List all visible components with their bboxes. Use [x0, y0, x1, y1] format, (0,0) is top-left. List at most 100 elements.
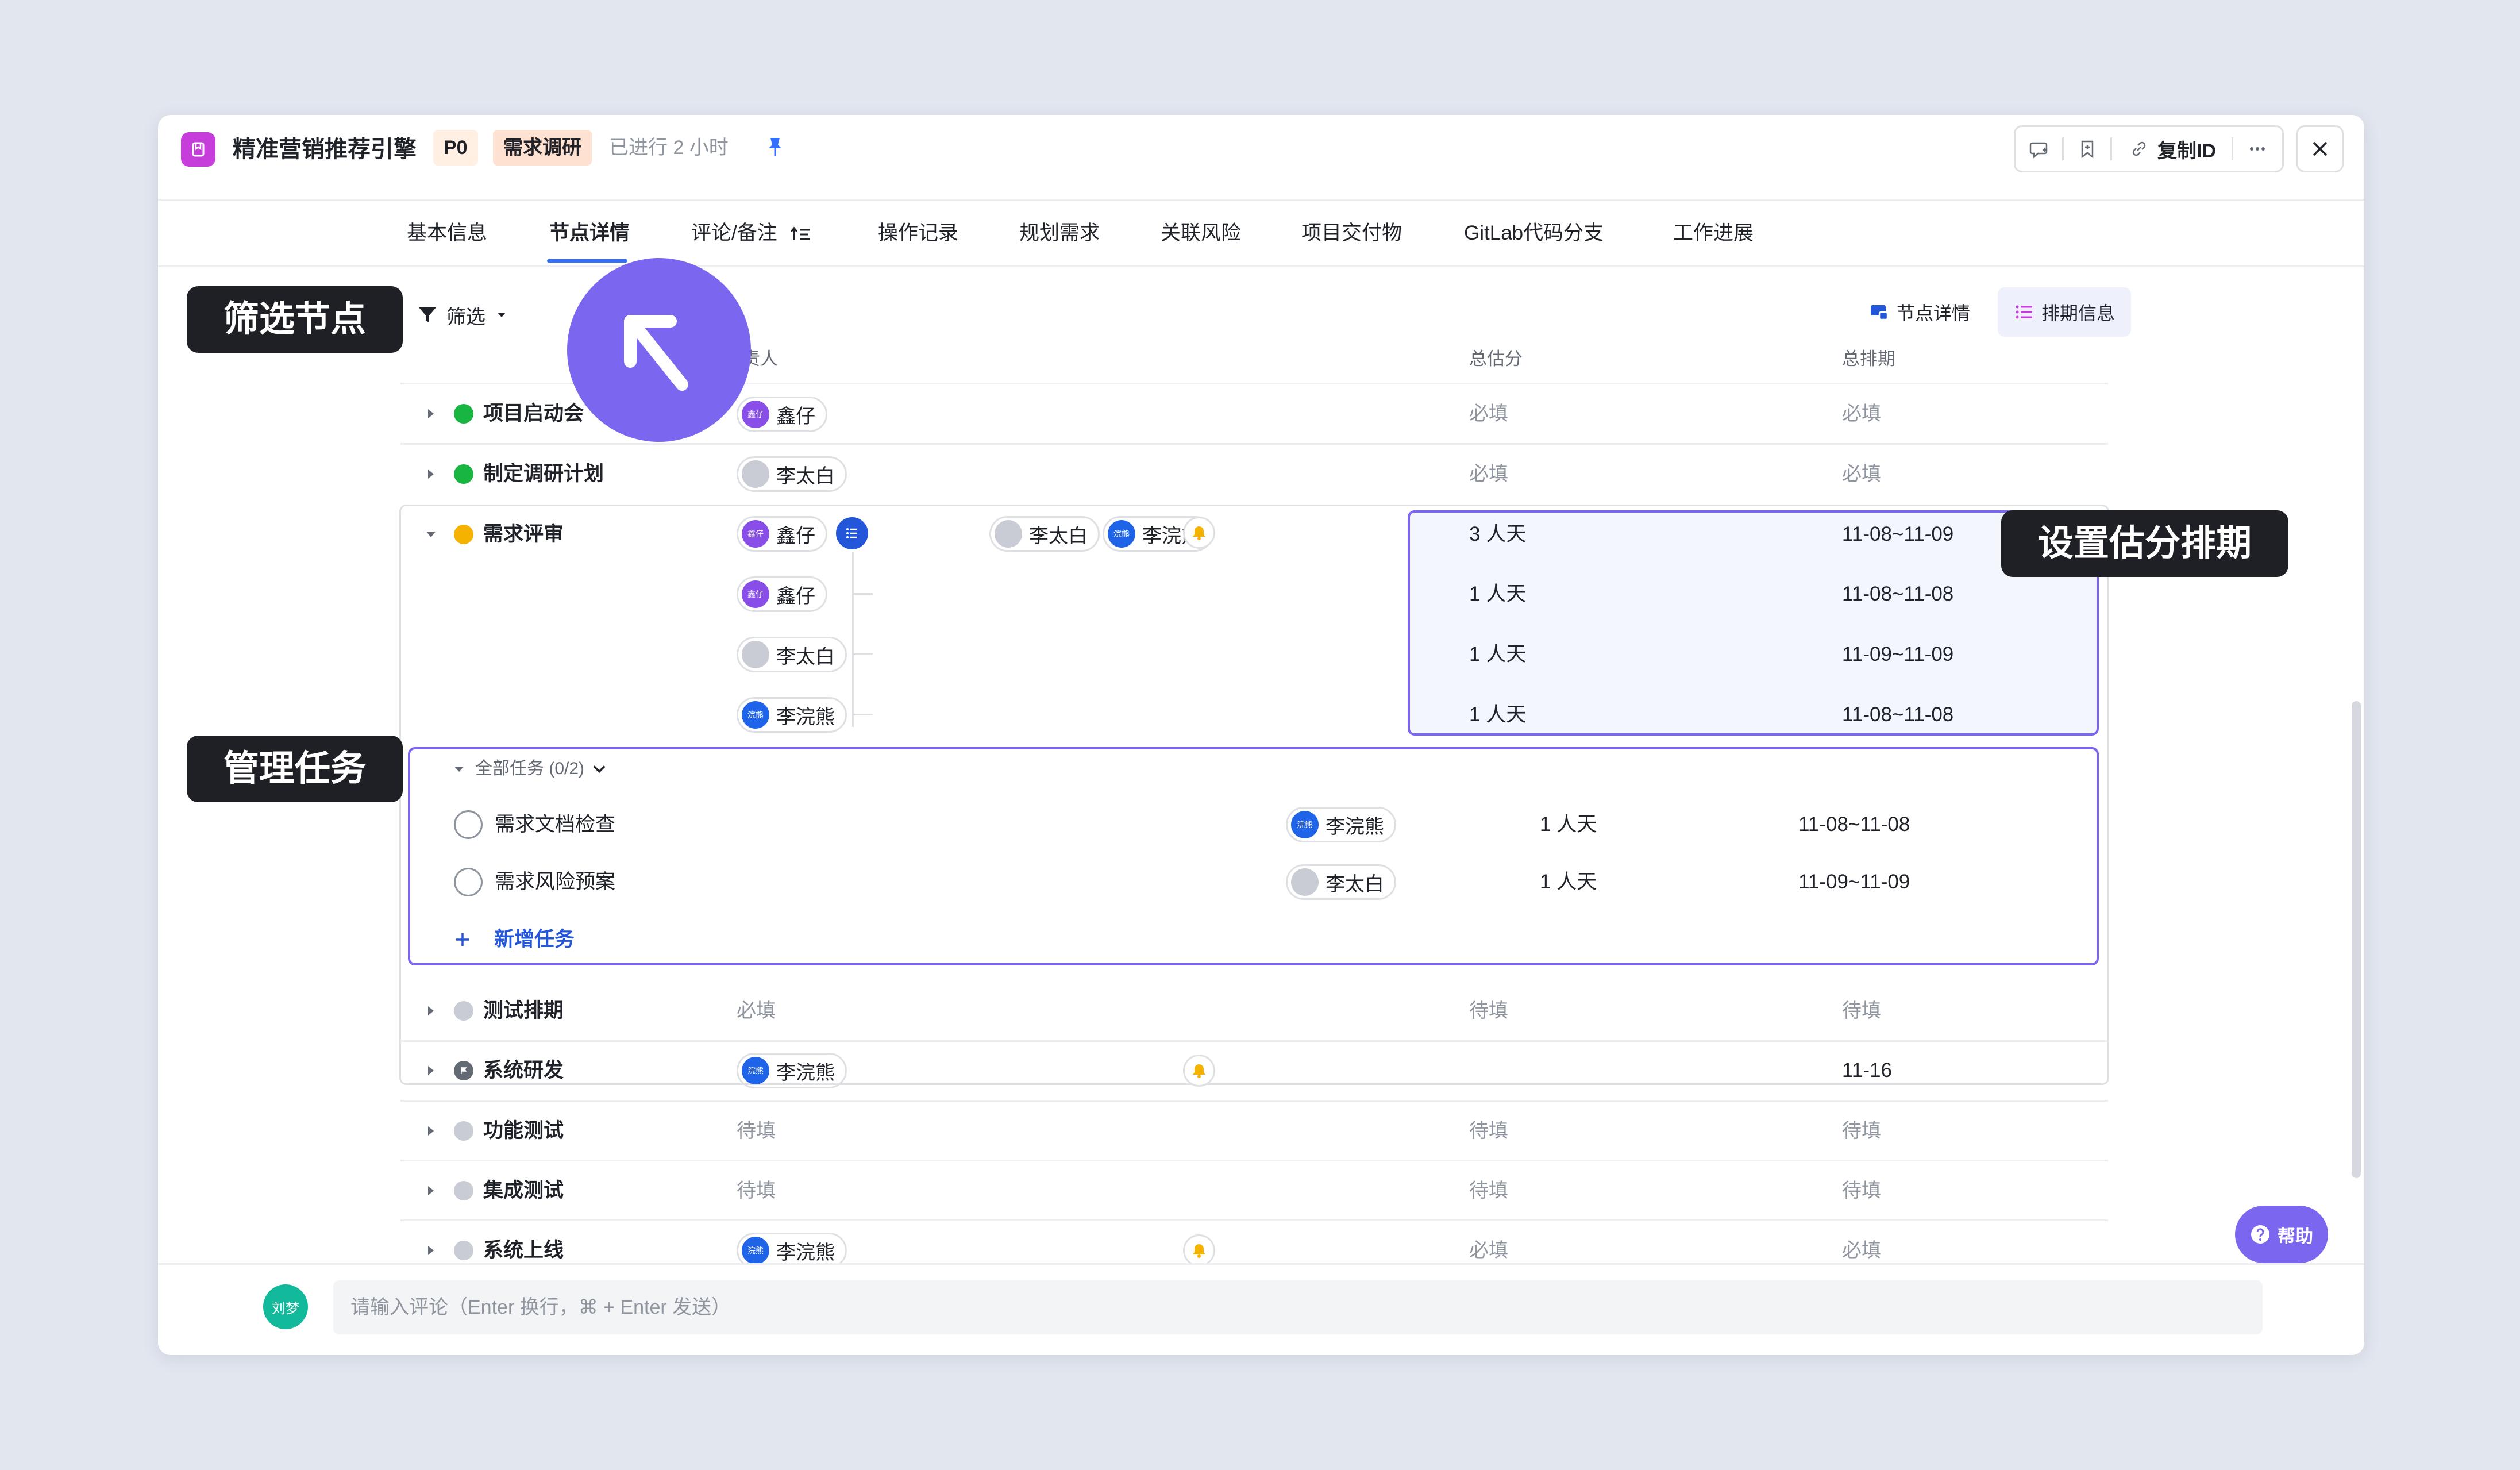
task-schedule[interactable]: 11-09~11-09	[1798, 868, 1910, 896]
sub-assignee-chip[interactable]: 李太白	[737, 637, 847, 672]
assignee-chip[interactable]: 浣熊 李浣熊	[737, 1053, 847, 1088]
expand-caret-icon[interactable]	[422, 465, 440, 483]
collapse-caret-icon[interactable]	[422, 526, 440, 543]
avatar: 鑫仔	[742, 520, 769, 548]
avatar	[742, 460, 769, 488]
reminder-bell-button[interactable]	[1183, 1055, 1215, 1087]
schedule-info-toggle[interactable]: 排期信息	[1998, 287, 2132, 337]
avatar: 浣熊	[1291, 811, 1319, 838]
expand-caret-icon[interactable]	[422, 1002, 440, 1019]
schedule-cell[interactable]: 11-08~11-09	[1842, 520, 1953, 549]
more-button[interactable]	[2233, 125, 2282, 172]
task-name[interactable]: 需求风险预案	[495, 868, 615, 896]
estimate-cell[interactable]: 待填	[1469, 1117, 1508, 1145]
schedule-cell[interactable]: 待填	[1842, 1176, 1881, 1205]
owner-cell[interactable]: 待填	[737, 1176, 776, 1205]
task-estimate[interactable]: 1 人天	[1540, 810, 1597, 839]
estimate-cell[interactable]: 3 人天	[1469, 520, 1526, 549]
task-estimate[interactable]: 1 人天	[1540, 868, 1597, 896]
expand-caret-icon[interactable]	[422, 1122, 440, 1140]
node-detail-toggle[interactable]: 节点详情	[1853, 287, 1986, 337]
node-name[interactable]: 需求评审	[483, 520, 564, 549]
avatar: 浣熊	[1108, 520, 1135, 548]
sub-estimate-cell[interactable]: 1 人天	[1469, 580, 1526, 609]
filter-button[interactable]: 筛选	[417, 298, 508, 332]
tab-node-details[interactable]: 节点详情	[549, 201, 630, 265]
schedule-cell[interactable]: 必填	[1842, 399, 1881, 428]
more-icon	[2250, 147, 2265, 151]
expand-caret-icon[interactable]	[422, 1182, 440, 1199]
add-follow-button[interactable]	[2016, 125, 2062, 172]
sub-schedule-cell[interactable]: 11-09~11-09	[1842, 640, 1953, 669]
comment-input[interactable]	[333, 1280, 2263, 1334]
expand-caret-icon[interactable]	[422, 1062, 440, 1079]
schedule-cell[interactable]: 11-16	[1842, 1056, 1892, 1085]
estimate-cell[interactable]: 待填	[1469, 1176, 1508, 1205]
node-name[interactable]: 集成测试	[483, 1176, 564, 1205]
pin-icon[interactable]	[762, 134, 788, 160]
subtask-list-button[interactable]	[836, 517, 868, 549]
task-checkbox[interactable]	[454, 868, 483, 896]
tab-deliverables[interactable]: 项目交付物	[1301, 201, 1402, 265]
schedule-cell[interactable]: 必填	[1842, 460, 1881, 488]
sub-estimate-cell[interactable]: 1 人天	[1469, 701, 1526, 729]
tab-related-risks[interactable]: 关联风险	[1161, 201, 1241, 265]
bell-icon	[1193, 1064, 1205, 1078]
add-task-button[interactable]: 新增任务	[454, 925, 575, 954]
bookmark-app-icon	[181, 132, 215, 167]
col-total-estimate: 总估分	[1469, 349, 1523, 369]
vertical-scrollbar[interactable]	[2352, 701, 2361, 1178]
estimate-cell[interactable]: 必填	[1469, 1236, 1508, 1265]
estimate-cell[interactable]: 必填	[1469, 399, 1508, 428]
task-assignee-chip[interactable]: 李太白	[1286, 864, 1396, 900]
copy-id-button[interactable]: 复制ID	[2112, 125, 2232, 172]
node-name[interactable]: 系统研发	[483, 1056, 564, 1085]
title-bar: 精准营销推荐引擎 P0 需求调研 已进行 2 小时 复制ID	[158, 115, 2364, 197]
tab-planned-requirements[interactable]: 规划需求	[1019, 201, 1100, 265]
task-schedule[interactable]: 11-08~11-08	[1798, 810, 1910, 839]
add-task-label: 新增任务	[494, 928, 575, 951]
reminder-bell-button[interactable]	[1183, 517, 1215, 549]
assignee-chip[interactable]: 李太白	[989, 516, 1100, 552]
close-button[interactable]	[2296, 125, 2344, 172]
sub-schedule-cell[interactable]: 11-08~11-08	[1842, 580, 1953, 609]
cursor-highlight	[567, 258, 751, 442]
task-name[interactable]: 需求文档检查	[495, 810, 615, 839]
assignee-chip[interactable]: 鑫仔 鑫仔	[737, 397, 827, 432]
tab-basic-info[interactable]: 基本信息	[407, 201, 487, 265]
status-pending-icon	[454, 1241, 473, 1260]
sub-assignee-chip[interactable]: 鑫仔 鑫仔	[737, 576, 827, 612]
tab-operation-log[interactable]: 操作记录	[878, 201, 958, 265]
estimate-cell[interactable]: 必填	[1469, 460, 1508, 488]
node-name[interactable]: 测试排期	[483, 996, 564, 1025]
reminder-bell-button[interactable]	[1183, 1234, 1215, 1267]
task-assignee-chip[interactable]: 浣熊 李浣熊	[1286, 807, 1396, 842]
expand-caret-icon[interactable]	[422, 405, 440, 422]
sub-assignee-chip[interactable]: 浣熊 李浣熊	[737, 697, 847, 733]
node-name[interactable]: 功能测试	[483, 1117, 564, 1145]
owner-cell[interactable]: 待填	[737, 1117, 776, 1145]
sub-schedule-cell[interactable]: 11-08~11-08	[1842, 701, 1953, 729]
expand-caret-icon[interactable]	[422, 1242, 440, 1259]
schedule-cell[interactable]: 待填	[1842, 1117, 1881, 1145]
node-name[interactable]: 项目启动会	[483, 399, 584, 428]
stage-badge[interactable]: 需求调研	[493, 130, 592, 166]
node-name[interactable]: 制定调研计划	[483, 460, 604, 488]
task-checkbox[interactable]	[454, 810, 483, 839]
schedule-cell[interactable]: 待填	[1842, 996, 1881, 1025]
assignee-chip[interactable]: 鑫仔 鑫仔	[737, 516, 827, 552]
node-name[interactable]: 系统上线	[483, 1236, 564, 1265]
tab-work-progress[interactable]: 工作进展	[1673, 201, 1754, 265]
assignee-chip[interactable]: 李太白	[737, 456, 847, 492]
tab-comments[interactable]: 评论/备注	[691, 201, 812, 265]
sub-estimate-cell[interactable]: 1 人天	[1469, 640, 1526, 669]
help-button[interactable]: 帮助	[2235, 1206, 2328, 1263]
estimate-cell[interactable]: 待填	[1469, 996, 1508, 1025]
schedule-cell[interactable]: 必填	[1842, 1236, 1881, 1265]
status-pending-icon	[454, 1001, 473, 1021]
close-icon	[2313, 142, 2327, 156]
task-group-header[interactable]: 全部任务 (0/2)	[452, 756, 607, 782]
owner-cell[interactable]: 必填	[737, 996, 776, 1025]
tab-gitlab-branches[interactable]: GitLab代码分支	[1464, 201, 1604, 265]
bookmark-button[interactable]	[2064, 125, 2110, 172]
